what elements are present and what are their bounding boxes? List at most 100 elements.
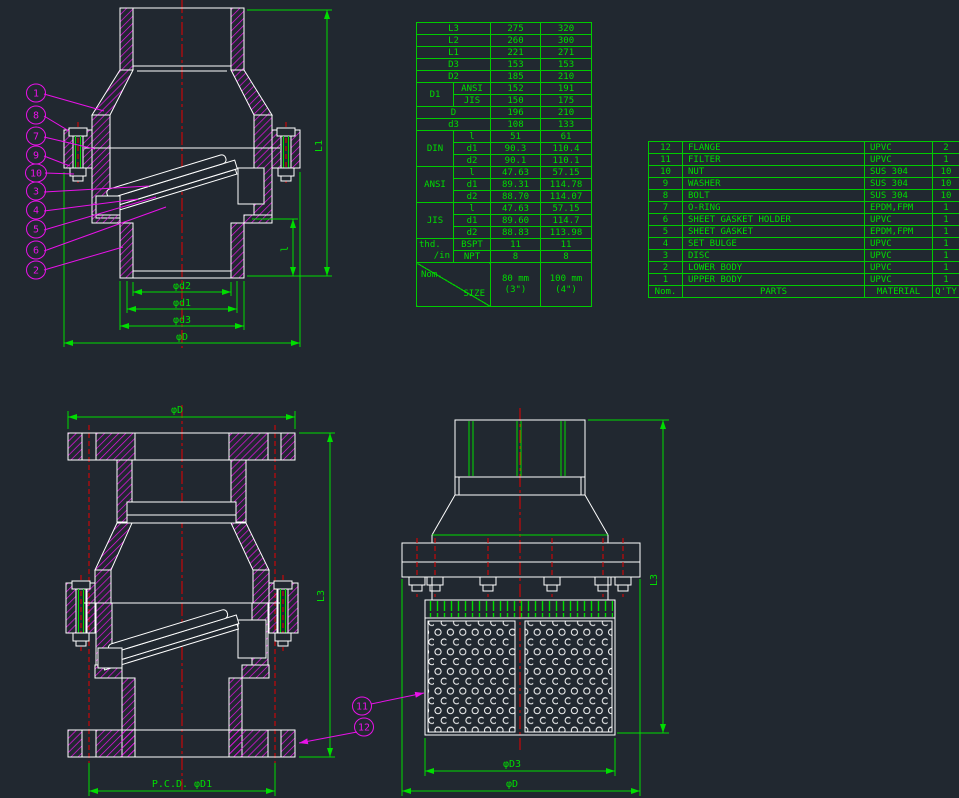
dim-sublabel: ANSI (454, 83, 491, 95)
part-material: UPVC (865, 238, 933, 250)
balloon-10: 10 (30, 169, 42, 180)
dim-row-L3: L3275320 (417, 23, 592, 35)
dim-value-100: 110.1 (541, 155, 592, 167)
balloon-3: 3 (33, 187, 39, 198)
dim-label-phi-D3: φD3 (503, 759, 521, 770)
part-nom: 6 (649, 214, 683, 226)
dim-value-100: 210 (541, 71, 592, 83)
dim-value-100: 175 (541, 95, 592, 107)
dim-sublabel: d2 (454, 227, 491, 239)
dim-value-80: 88.83 (491, 227, 541, 239)
cad-viewport[interactable]: φd2 φd1 φd3 φD L1 l 1 8 7 9 10 3 4 5 (0, 0, 959, 798)
dim-value-100: 61 (541, 131, 592, 143)
header-material: MATERIAL (865, 286, 933, 298)
dim-row-D: D196210 (417, 107, 592, 119)
dim-sublabel: d2 (454, 155, 491, 167)
part-name: FILTER (683, 154, 865, 166)
part-row-3: 3DISCUPVC1 (649, 250, 959, 262)
dim-value-80: 185 (491, 71, 541, 83)
dim-value-80: 150 (491, 95, 541, 107)
part-name: SET BULGE (683, 238, 865, 250)
dim-row-L1: L1221271 (417, 47, 592, 59)
dim-row-D1-ansi: D1ANSI152191 (417, 83, 592, 95)
part-material: SUS 304 (865, 166, 933, 178)
dim-value-100: 320 (541, 23, 592, 35)
dim-row-bspt: thd./inBSPT1111 (417, 239, 592, 251)
balloon-6: 6 (33, 246, 39, 257)
part-material: SUS 304 (865, 190, 933, 202)
dim-value-80: 47.63 (491, 167, 541, 179)
dim-sublabel: NPT (454, 251, 491, 263)
dim-value-100: 210 (541, 107, 592, 119)
part-qty: 1 (933, 238, 959, 250)
part-row-8: 8BOLTSUS 30410 (649, 190, 959, 202)
balloon-4: 4 (33, 206, 39, 217)
foot-valve-drawing: φD3 φD L3 11 12 (299, 408, 669, 796)
dim-value-100: 300 (541, 35, 592, 47)
part-row-5: 5SHEET GASKETEPDM,FPM1 (649, 226, 959, 238)
part-row-4: 4SET BULGEUPVC1 (649, 238, 959, 250)
dim-label-l: l (280, 246, 291, 252)
dim-sublabel: l (454, 167, 491, 179)
dim-value-100: 110.4 (541, 143, 592, 155)
dim-value-100: 8 (541, 251, 592, 263)
part-name: SHEET GASKET (683, 226, 865, 238)
balloon-7: 7 (33, 132, 39, 143)
dim-value-100: 114.7 (541, 215, 592, 227)
dim-row-L2: L2260300 (417, 35, 592, 47)
flange (402, 538, 640, 600)
dim-group-JIS: JIS (417, 203, 454, 239)
part-material: UPVC (865, 214, 933, 226)
dim-label-L3: L3 (316, 590, 327, 602)
header-parts: PARTS (683, 286, 865, 298)
valve-section-drawing: φd2 φd1 φd3 φD L1 l 1 8 7 9 10 3 4 5 (26, 0, 333, 348)
dim-row-din-l: DINl5161 (417, 131, 592, 143)
part-material: UPVC (865, 154, 933, 166)
balloon-8: 8 (33, 111, 39, 122)
dim-value-100: 153 (541, 59, 592, 71)
part-qty: 10 (933, 166, 959, 178)
dim-value-100: 133 (541, 119, 592, 131)
dim-value-80: 8 (491, 251, 541, 263)
dim-row-D2: D2185210 (417, 71, 592, 83)
dim-group-ANSI: ANSI (417, 167, 454, 203)
part-row-2: 2LOWER BODYUPVC1 (649, 262, 959, 274)
dim-value-80: 260 (491, 35, 541, 47)
dim-label: L3 (417, 23, 491, 35)
dim-label-phi-d1: φd1 (173, 298, 191, 309)
dim-value-80: 153 (491, 59, 541, 71)
part-material: UPVC (865, 250, 933, 262)
dim-sublabel: d1 (454, 143, 491, 155)
flanged-valve-drawing: φD L3 P.C.D. φD1 (66, 405, 335, 796)
dim-value-80: 47.63 (491, 203, 541, 215)
dim-label: D2 (417, 71, 491, 83)
dim-label-phi-d2: φd2 (173, 281, 191, 292)
dim-value-100: 114.07 (541, 191, 592, 203)
part-row-7: 7O-RINGEPDM,FPM1 (649, 202, 959, 214)
part-nom: 2 (649, 262, 683, 274)
part-qty: 1 (933, 202, 959, 214)
size-80: 80 mm(3") (491, 263, 541, 307)
size-100: 100 mm(4") (541, 263, 592, 307)
dim-label-L3: L3 (649, 574, 660, 586)
dim-sublabel: d2 (454, 191, 491, 203)
part-qty: 1 (933, 250, 959, 262)
dim-label: D (417, 107, 491, 119)
dim-label: d3 (417, 119, 491, 131)
dim-value-100: 57.15 (541, 203, 592, 215)
dimension-table: L3275320 L2260300 L1221271 D3153153 D218… (416, 22, 592, 307)
part-nom: 3 (649, 250, 683, 262)
dim-label: D3 (417, 59, 491, 71)
part-nom: 7 (649, 202, 683, 214)
dim-value-100: 113.98 (541, 227, 592, 239)
dim-sublabel: l (454, 131, 491, 143)
part-name: LOWER BODY (683, 262, 865, 274)
dim-value-80: 88.70 (491, 191, 541, 203)
seat-notch (238, 168, 264, 204)
dim-value-100: 114.78 (541, 179, 592, 191)
dim-sublabel: BSPT (454, 239, 491, 251)
part-qty: 1 (933, 154, 959, 166)
part-name: NUT (683, 166, 865, 178)
dim-value-80: 51 (491, 131, 541, 143)
part-material: UPVC (865, 262, 933, 274)
